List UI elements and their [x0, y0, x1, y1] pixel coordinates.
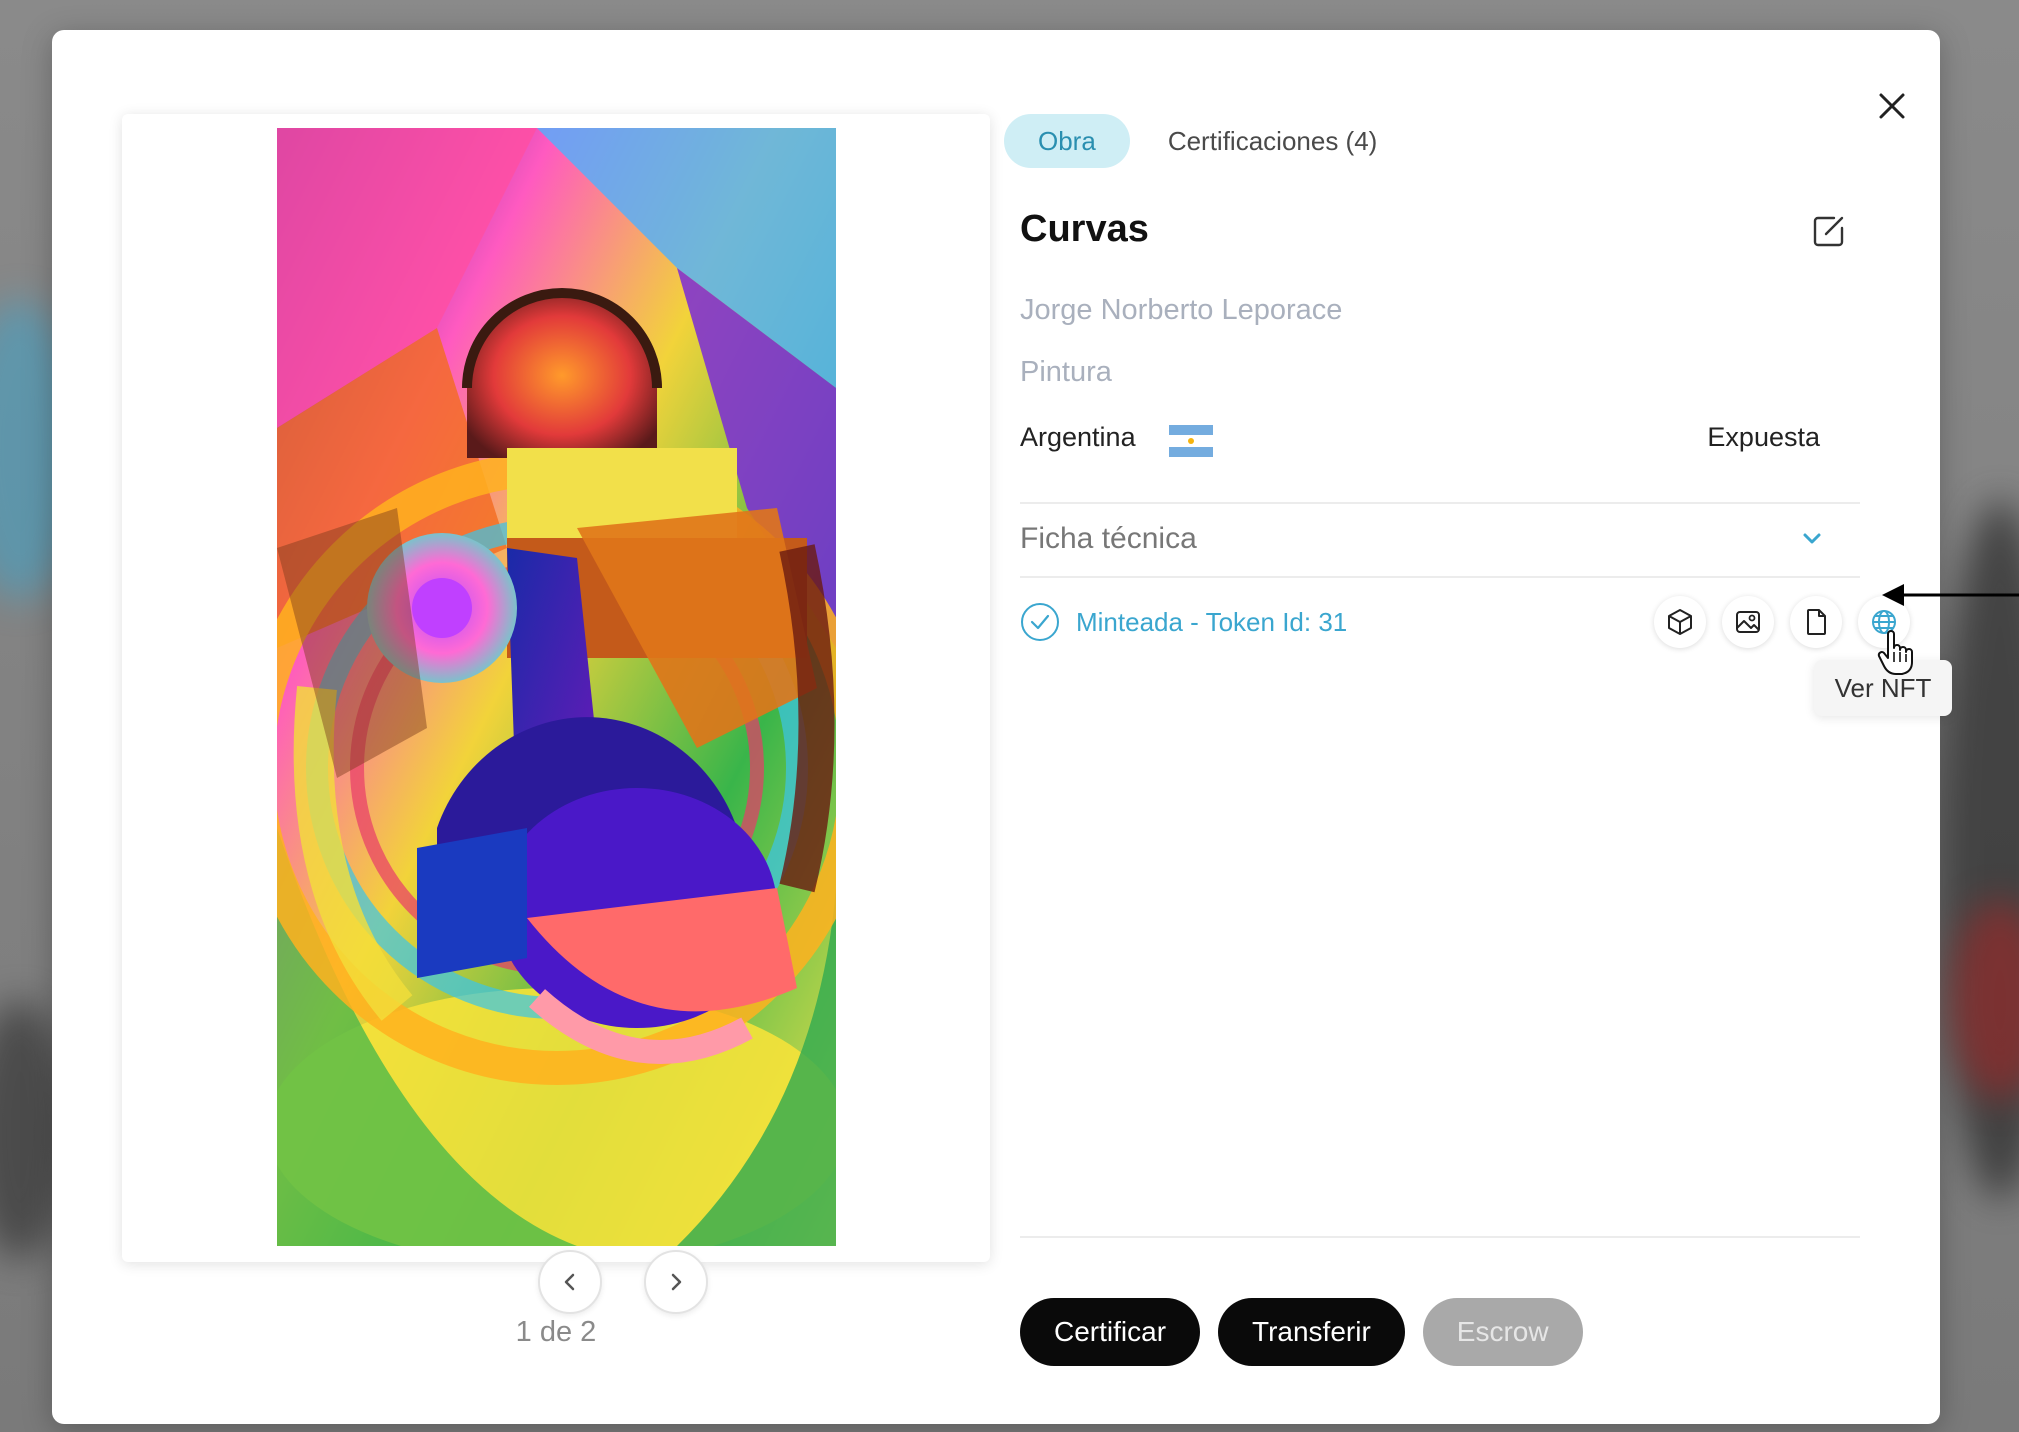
artwork-card — [122, 114, 990, 1314]
check-circle-icon — [1021, 603, 1059, 641]
escrow-button[interactable]: Escrow — [1422, 1298, 1583, 1366]
action-buttons: Certificar Transferir Escrow — [1020, 1298, 1583, 1366]
status-label: Expuesta — [1707, 422, 1820, 452]
previous-image-button[interactable] — [538, 1250, 602, 1314]
view-image-button[interactable] — [1722, 596, 1774, 648]
ficha-tecnica-label: Ficha técnica — [1020, 522, 1197, 555]
edit-icon — [1813, 216, 1844, 247]
certify-button[interactable]: Certificar — [1020, 1298, 1201, 1366]
minted-token-label: Minteada - Token Id: 31 — [1076, 606, 1348, 637]
next-image-button[interactable] — [644, 1250, 708, 1314]
country-label: Argentina — [1020, 422, 1136, 452]
divider — [1020, 1236, 1860, 1238]
close-icon — [1879, 93, 1905, 119]
technique-label: Pintura — [1020, 356, 1112, 388]
ficha-tecnica-toggle[interactable]: Ficha técnica — [1020, 504, 1860, 574]
close-button[interactable] — [1862, 76, 1922, 136]
nft-actions — [1654, 596, 1910, 648]
artwork-image — [277, 128, 836, 1246]
cube-icon — [1668, 609, 1692, 635]
edit-button[interactable] — [1804, 206, 1854, 256]
image-pager: 1 de 2 — [515, 1316, 597, 1348]
annotation-arrow — [1882, 584, 2019, 606]
modal-tabs: Obra Certificaciones (4) — [1004, 113, 1411, 169]
chevron-down-icon — [1803, 533, 1821, 544]
chevron-left-icon — [564, 1273, 575, 1291]
artwork-modal: 1 de 2 Obra Certificaciones (4) Curvas J… — [52, 30, 1952, 1424]
transfer-button[interactable]: Transferir — [1218, 1298, 1405, 1366]
tab-certificaciones[interactable]: Certificaciones (4) — [1134, 114, 1412, 168]
chevron-right-icon — [671, 1273, 682, 1291]
artist-name: Jorge Norberto Leporace — [1020, 294, 1343, 326]
abstract-painting — [277, 128, 836, 1246]
minted-status: Minteada - Token Id: 31 — [1020, 602, 1347, 642]
argentina-flag-icon — [1169, 425, 1213, 457]
tab-obra[interactable]: Obra — [1004, 114, 1130, 168]
view-3d-button[interactable] — [1654, 596, 1706, 648]
view-document-button[interactable] — [1790, 596, 1842, 648]
image-icon — [1736, 611, 1760, 633]
artwork-title: Curvas — [1020, 208, 1149, 250]
document-icon — [1807, 609, 1826, 635]
hand-cursor-icon — [1877, 630, 1913, 675]
divider — [1020, 576, 1860, 578]
